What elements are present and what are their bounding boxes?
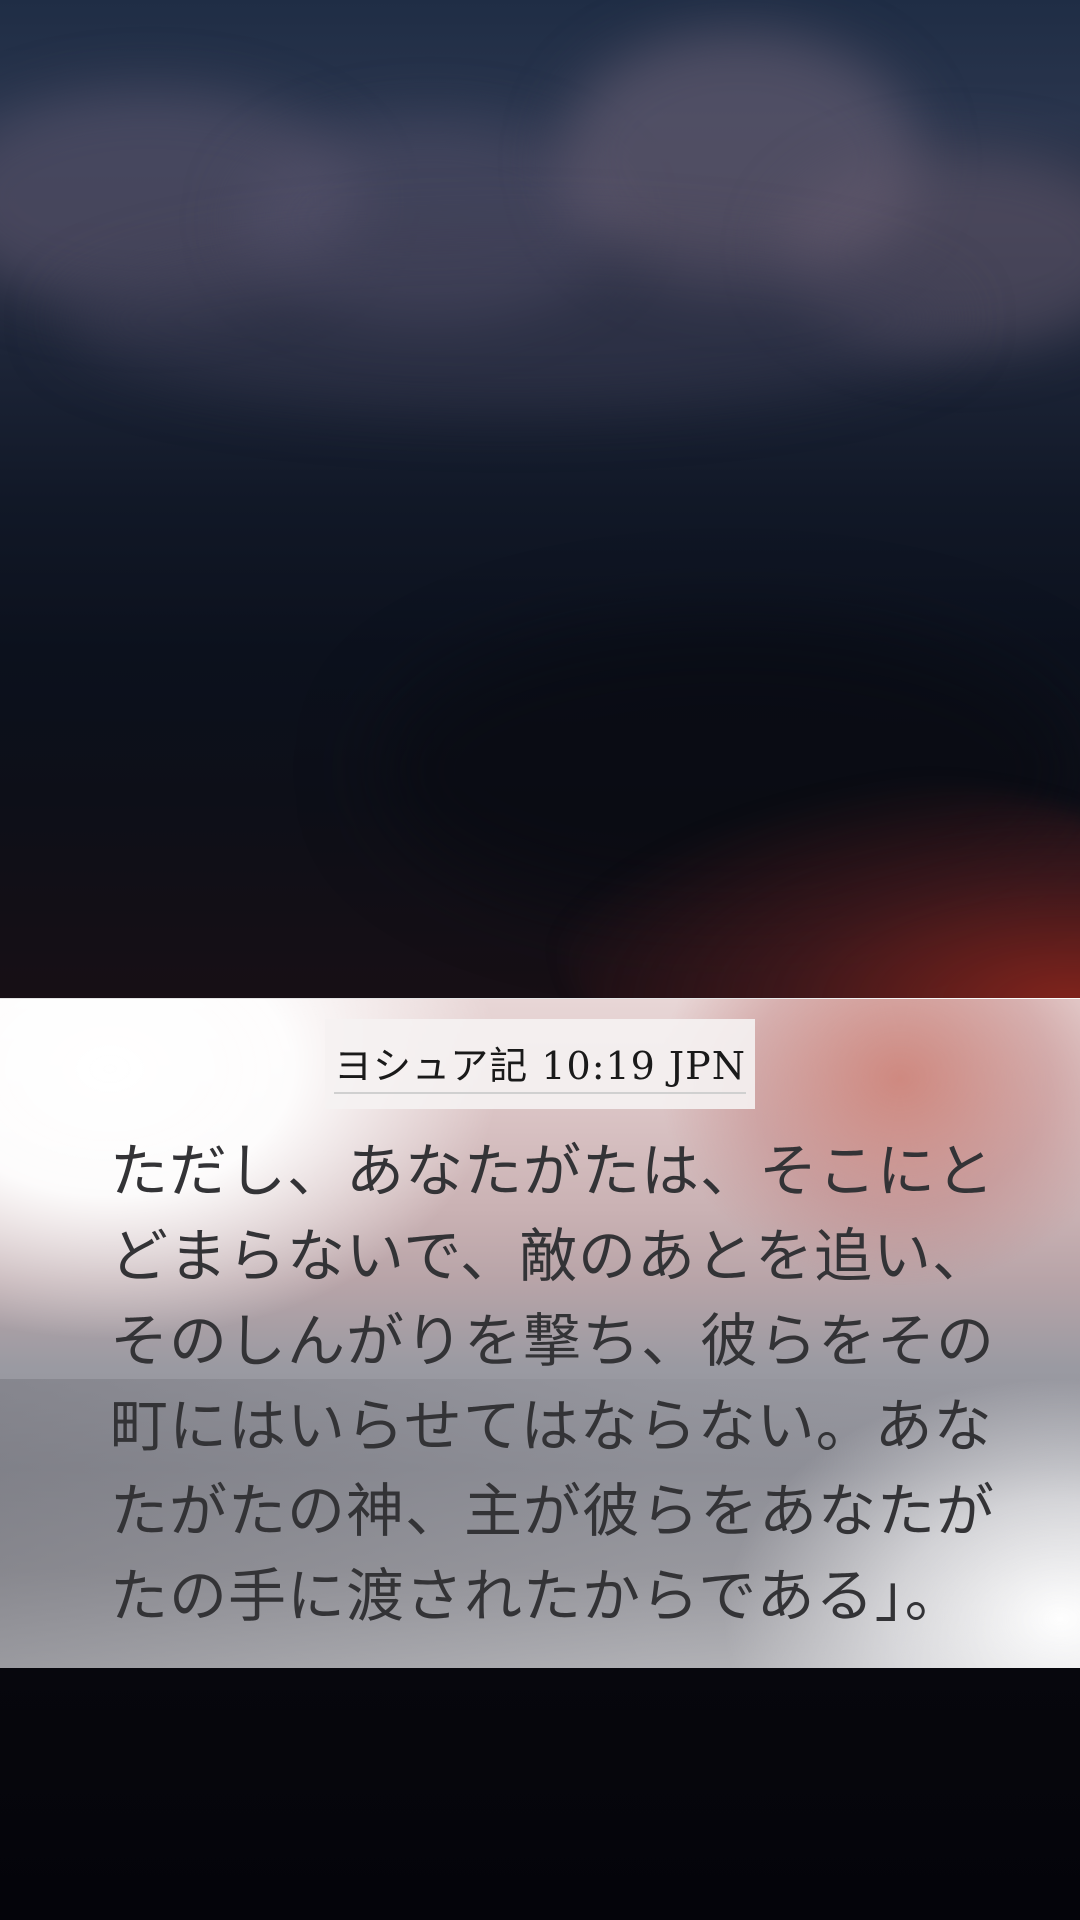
verse-line: そのしんがりを撃ち、彼らをその [110, 1307, 996, 1375]
verse-image: ヨシュア記 10:19 JPN ただし、あなたがたは、そこにと どまらないで、敵… [0, 0, 1080, 1920]
verse-text: ただし、あなたがたは、そこにと どまらないで、敵のあとを追い、 そのしんがりを撃… [110, 1129, 996, 1639]
verse-panel: ヨシュア記 10:19 JPN ただし、あなたがたは、そこにと どまらないで、敵… [0, 998, 1080, 1670]
verse-line: ただし、あなたがたは、そこにと [110, 1137, 996, 1205]
verse-line: たがたの神、主が彼らをあなたが [110, 1477, 996, 1545]
verse-line: 町にはいらせてはならない。あな [110, 1392, 993, 1460]
verse-reference: ヨシュア記 10:19 JPN [334, 1035, 746, 1094]
reference-box: ヨシュア記 10:19 JPN [325, 1019, 755, 1109]
verse-line: たの手に渡されたからである」。 [110, 1562, 964, 1630]
sky-background [0, 0, 1080, 1000]
verse-line: どまらないで、敵のあとを追い、 [110, 1222, 991, 1290]
cloud [60, 230, 960, 410]
bottom-dark-area [0, 1668, 1080, 1920]
